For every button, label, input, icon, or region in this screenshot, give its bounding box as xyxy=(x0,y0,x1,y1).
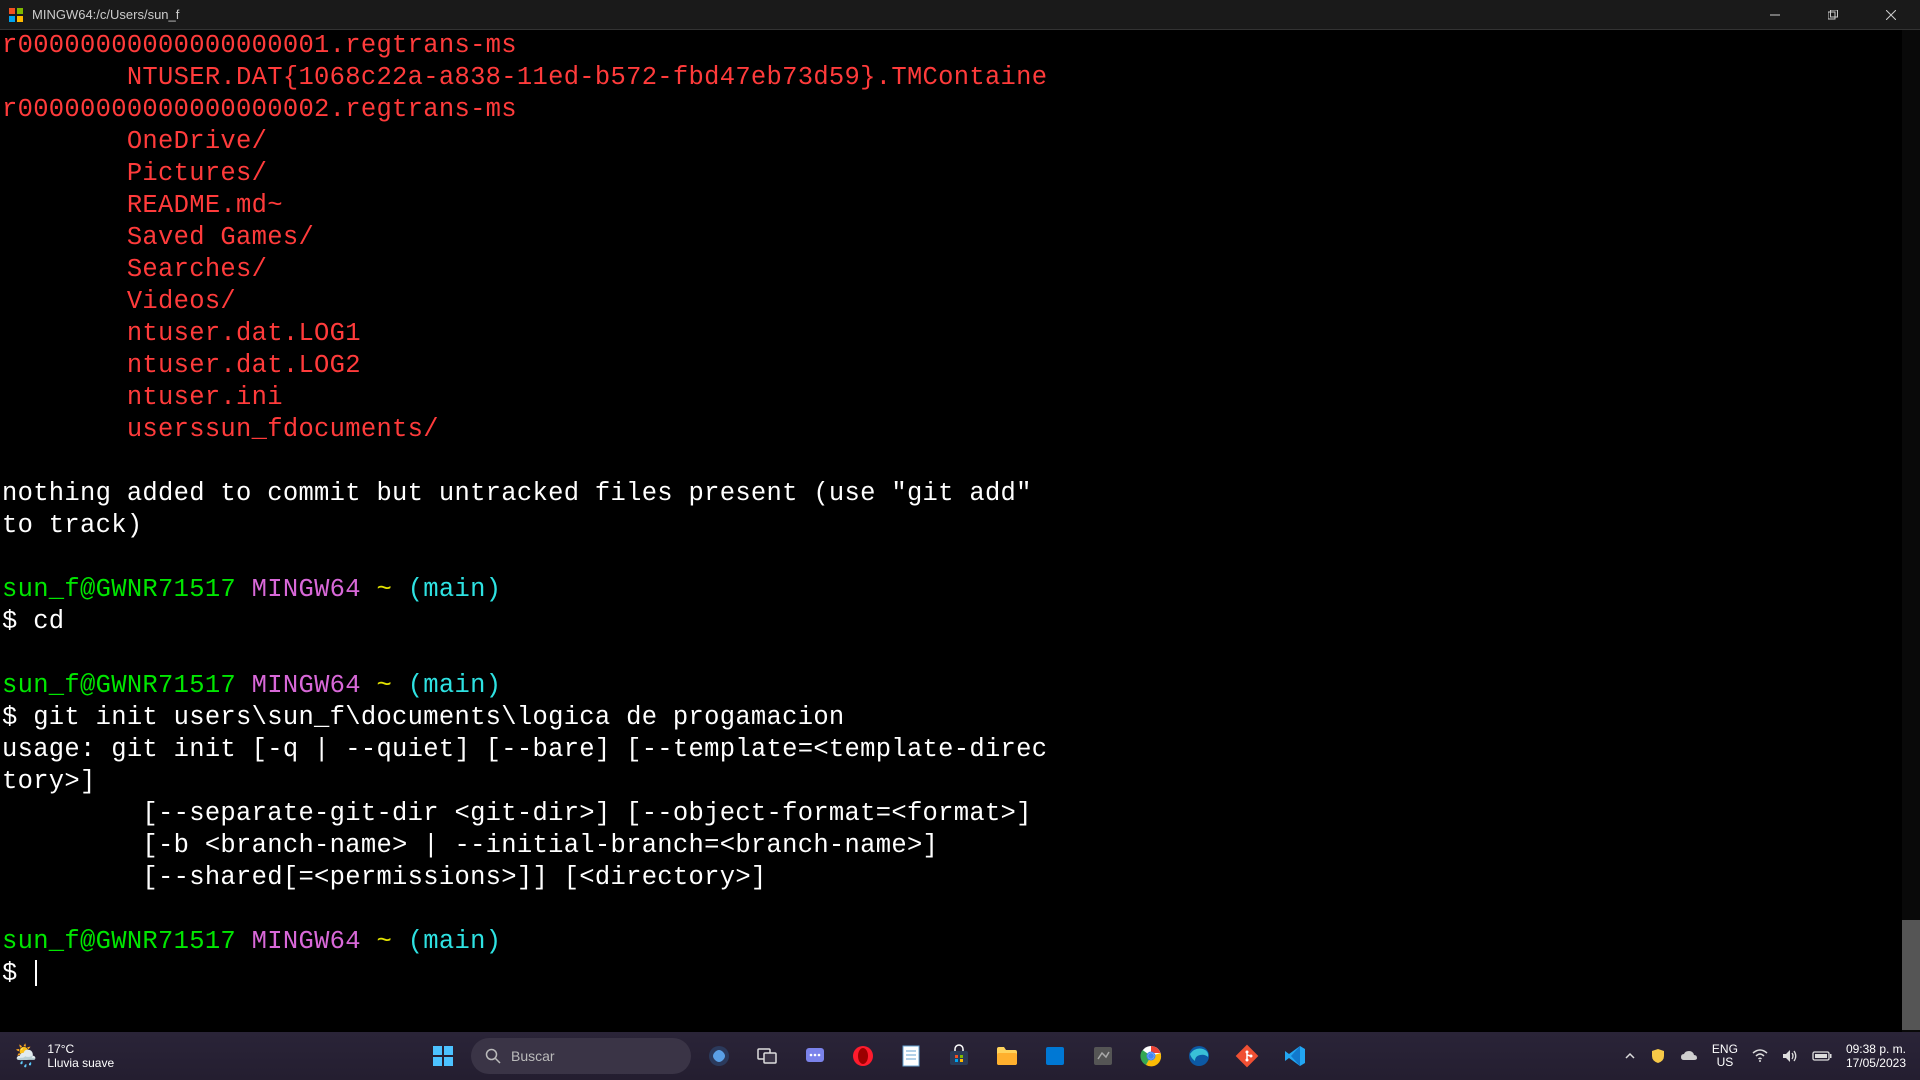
opera-icon[interactable] xyxy=(843,1036,883,1076)
task-view-icon[interactable] xyxy=(747,1036,787,1076)
taskbar-left: 🌦️ 17°C Lluvia suave xyxy=(0,1042,114,1070)
taskbar: 🌦️ 17°C Lluvia suave Buscar xyxy=(0,1032,1920,1080)
lang-secondary: US xyxy=(1712,1056,1738,1069)
app-icon xyxy=(8,7,24,23)
clock[interactable]: 09:38 p. m. 17/05/2023 xyxy=(1846,1042,1906,1070)
untracked-file: Videos/ xyxy=(2,287,236,316)
search-icon xyxy=(485,1048,501,1064)
tray-chevron-icon[interactable] xyxy=(1624,1050,1636,1062)
app-icon-blue[interactable] xyxy=(1035,1036,1075,1076)
notepad-icon[interactable] xyxy=(891,1036,931,1076)
scrollbar-track[interactable] xyxy=(1902,30,1920,1032)
window-title: MINGW64:/c/Users/sun_f xyxy=(32,7,1746,22)
terminal-viewport[interactable]: r00000000000000000001.regtrans-ms NTUSER… xyxy=(0,30,1920,1032)
weather-temp: 17°C xyxy=(47,1042,114,1056)
taskbar-right: ENG US 09:38 p. m. 17/05/2023 xyxy=(1624,1042,1920,1070)
prompt-env: MINGW64 xyxy=(252,927,361,956)
tray-icons xyxy=(1624,1048,1698,1064)
git-status-text: nothing added to commit but untracked fi… xyxy=(2,479,1032,508)
minimize-button[interactable] xyxy=(1746,0,1804,30)
untracked-file: userssun_fdocuments/ xyxy=(2,415,439,444)
search-box[interactable]: Buscar xyxy=(471,1038,691,1074)
weather-icon: 🌦️ xyxy=(12,1043,39,1069)
usage-text: [-b <branch-name> | --initial-branch=<br… xyxy=(2,831,938,860)
volume-icon[interactable] xyxy=(1782,1049,1798,1063)
time-text: 09:38 p. m. xyxy=(1846,1042,1906,1056)
chat-icon[interactable] xyxy=(795,1036,835,1076)
maximize-button[interactable] xyxy=(1804,0,1862,30)
untracked-file: r00000000000000000002.regtrans-ms xyxy=(2,95,517,124)
untracked-file: ntuser.dat.LOG2 xyxy=(2,351,361,380)
prompt-env: MINGW64 xyxy=(252,671,361,700)
untracked-file: r00000000000000000001.regtrans-ms xyxy=(2,31,517,60)
close-button[interactable] xyxy=(1862,0,1920,30)
chrome-icon[interactable] xyxy=(1131,1036,1171,1076)
edge-icon[interactable] xyxy=(1179,1036,1219,1076)
tray-security-icon[interactable] xyxy=(1650,1048,1666,1064)
untracked-file: README.md~ xyxy=(2,191,283,220)
git-icon[interactable] xyxy=(1227,1036,1267,1076)
prompt-branch: (main) xyxy=(408,927,502,956)
store-icon[interactable] xyxy=(939,1036,979,1076)
window-controls xyxy=(1746,0,1920,30)
vscode-icon[interactable] xyxy=(1275,1036,1315,1076)
prompt-branch: (main) xyxy=(408,671,502,700)
usage-text: [--separate-git-dir <git-dir>] [--object… xyxy=(2,799,1032,828)
usage-text: usage: git init [-q | --quiet] [--bare] … xyxy=(2,735,1047,764)
weather-desc: Lluvia suave xyxy=(47,1056,114,1070)
prompt-user: sun_f@GWNR71517 xyxy=(2,575,236,604)
command-text: $ git init users\sun_f\documents\logica … xyxy=(2,703,845,732)
untracked-file: NTUSER.DAT{1068c22a-a838-11ed-b572-fbd47… xyxy=(2,63,1047,92)
prompt-env: MINGW64 xyxy=(252,575,361,604)
prompt-user: sun_f@GWNR71517 xyxy=(2,927,236,956)
untracked-file: ntuser.ini xyxy=(2,383,283,412)
search-placeholder: Buscar xyxy=(511,1048,555,1064)
tray-onedrive-icon[interactable] xyxy=(1680,1050,1698,1062)
wifi-icon[interactable] xyxy=(1752,1049,1768,1063)
untracked-file: Searches/ xyxy=(2,255,267,284)
untracked-file: Saved Games/ xyxy=(2,223,314,252)
command-text: $ cd xyxy=(2,607,64,636)
language-indicator[interactable]: ENG US xyxy=(1712,1043,1738,1069)
cursor xyxy=(35,960,37,986)
prompt-dollar: $ xyxy=(2,959,33,988)
prompt-path: ~ xyxy=(376,671,392,700)
system-icons xyxy=(1752,1049,1832,1063)
prompt-branch: (main) xyxy=(408,575,502,604)
usage-text: [--shared[=<permissions>]] [<directory>] xyxy=(2,863,767,892)
titlebar: MINGW64:/c/Users/sun_f xyxy=(0,0,1920,30)
git-status-text: to track) xyxy=(2,511,142,540)
usage-text: tory>] xyxy=(2,767,96,796)
untracked-file: OneDrive/ xyxy=(2,127,267,156)
prompt-path: ~ xyxy=(376,575,392,604)
explorer-icon[interactable] xyxy=(987,1036,1027,1076)
scrollbar-thumb[interactable] xyxy=(1902,920,1920,1030)
weather-text: 17°C Lluvia suave xyxy=(47,1042,114,1070)
untracked-file: ntuser.dat.LOG1 xyxy=(2,319,361,348)
start-button[interactable] xyxy=(423,1036,463,1076)
untracked-file: Pictures/ xyxy=(2,159,267,188)
terminal-output: r00000000000000000001.regtrans-ms NTUSER… xyxy=(2,30,1918,990)
battery-icon[interactable] xyxy=(1812,1050,1832,1062)
weather-widget[interactable]: 🌦️ 17°C Lluvia suave xyxy=(12,1042,114,1070)
prompt-user: sun_f@GWNR71517 xyxy=(2,671,236,700)
taskbar-center: Buscar xyxy=(114,1036,1624,1076)
prompt-path: ~ xyxy=(376,927,392,956)
copilot-icon[interactable] xyxy=(699,1036,739,1076)
app-icon-gray[interactable] xyxy=(1083,1036,1123,1076)
date-text: 17/05/2023 xyxy=(1846,1056,1906,1070)
